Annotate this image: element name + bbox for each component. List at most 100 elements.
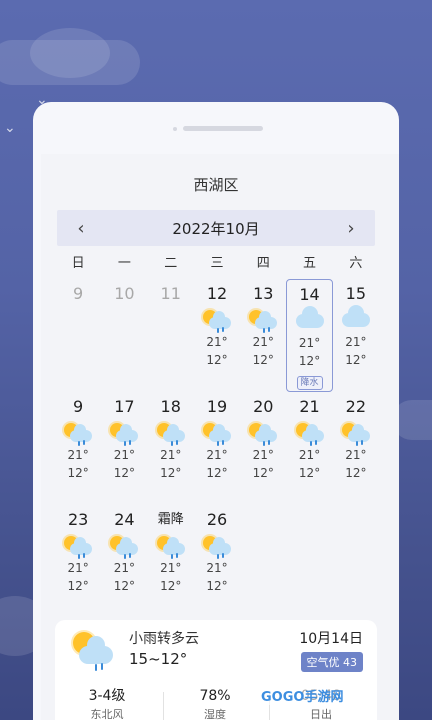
sun-cloud-rain-icon — [155, 535, 187, 559]
weekday-label: 五 — [303, 256, 317, 271]
calendar-day-cell[interactable]: 23 21° 12° — [55, 505, 101, 618]
weekday-label: 六 — [349, 256, 363, 271]
temperature-range: 15~12° — [129, 650, 188, 668]
low-temperature: 12° — [113, 466, 136, 480]
high-temperature: 21° — [345, 335, 367, 349]
weekday-label: 三 — [210, 256, 224, 271]
calendar-day-cell[interactable]: 14 21° 12° 降水 — [286, 279, 333, 392]
weather-condition: 小雨转多云 — [129, 631, 199, 647]
day-number: 10 — [114, 284, 135, 303]
low-temperature: 12° — [252, 353, 274, 367]
low-temperature: 12° — [345, 466, 367, 480]
cloud-icon — [340, 305, 372, 333]
sun-cloud-rain-icon — [201, 309, 233, 333]
month-title: 2022年10月 — [172, 219, 260, 238]
low-temperature: 12° — [160, 579, 182, 593]
day-number: 14 — [299, 285, 320, 304]
calendar-day-cell[interactable]: 22 21° 12° — [333, 392, 379, 505]
calendar-day-cell[interactable]: 9 21° 12° — [55, 392, 101, 505]
day-number: 12 — [206, 284, 228, 303]
high-temperature: 21° — [113, 448, 136, 462]
wind-label: 东北风 — [90, 708, 124, 720]
calendar-day-cell[interactable]: 霜降 21° 12° — [148, 505, 194, 618]
weekday-header: 日 一 二 三 四 五 六 — [55, 252, 379, 276]
calendar-day-cell[interactable]: 18 21° 12° — [148, 392, 194, 505]
day-number: 23 — [67, 510, 89, 529]
high-temperature: 21° — [160, 448, 182, 462]
sunrise-label: 日出 — [310, 708, 332, 720]
low-temperature: 12° — [206, 466, 228, 480]
day-detail-card[interactable]: 小雨转多云 15~12° 10月14日 空气优 43 3-4级 东北风 78% … — [55, 620, 377, 720]
high-temperature: 21° — [252, 335, 274, 349]
low-temperature: 12° — [206, 579, 228, 593]
calendar-day-cell[interactable]: 26 21° 12° — [194, 505, 240, 618]
low-temperature: 12° — [67, 579, 89, 593]
sun-cloud-rain-icon — [247, 309, 279, 333]
day-number: 24 — [114, 510, 135, 529]
high-temperature: 21° — [67, 561, 89, 575]
calendar-day-cell: 10 — [101, 279, 147, 392]
watermark-logo: GOGO手游网 — [258, 686, 347, 705]
humidity-stat: 78% 湿度 — [175, 686, 255, 720]
sun-cloud-rain-icon — [340, 422, 372, 446]
day-number: 20 — [253, 397, 274, 416]
high-temperature: 21° — [298, 336, 321, 350]
calendar-day-cell[interactable]: 21 21° 12° — [286, 392, 332, 505]
day-number: 13 — [253, 284, 274, 303]
sun-cloud-rain-icon — [62, 535, 94, 559]
low-temperature: 12° — [113, 579, 136, 593]
speaker-slot — [183, 126, 263, 131]
calendar-day-cell[interactable]: 20 21° 12° — [240, 392, 286, 505]
low-temperature: 12° — [298, 466, 321, 480]
precipitation-tag: 降水 — [296, 376, 323, 390]
weekday-label: 日 — [71, 256, 85, 271]
calendar-day-cell[interactable]: 17 21° 12° — [101, 392, 147, 505]
background-cloud — [30, 28, 110, 78]
weekday-label: 二 — [164, 256, 178, 271]
high-temperature: 21° — [113, 561, 136, 575]
calendar-day-cell: 11 — [148, 279, 194, 392]
wind-stat: 3-4级 东北风 — [67, 686, 147, 720]
cloud-icon — [294, 306, 326, 334]
prev-month-button[interactable]: ‹ — [71, 218, 91, 239]
humidity-value: 78% — [199, 688, 231, 704]
day-number: 19 — [206, 397, 228, 416]
month-navigator: ‹ 2022年10月 › — [57, 210, 375, 246]
sun-cloud-rain-icon — [108, 422, 140, 446]
weekday-label: 四 — [256, 256, 270, 271]
detail-date: 10月14日 — [299, 631, 363, 647]
air-quality-badge: 空气优 43 — [300, 652, 363, 672]
high-temperature: 21° — [206, 448, 228, 462]
calendar-day-cell[interactable]: 15 21° 12° — [333, 279, 379, 392]
sun-cloud-rain-icon — [155, 422, 187, 446]
day-number: 18 — [160, 397, 181, 416]
high-temperature: 21° — [298, 448, 321, 462]
low-temperature: 12° — [67, 466, 89, 480]
low-temperature: 12° — [206, 353, 228, 367]
location-title: 西湖区 — [193, 176, 239, 194]
sun-cloud-rain-icon — [247, 422, 279, 446]
sun-cloud-rain-icon — [201, 422, 233, 446]
sun-cloud-rain-icon — [294, 422, 326, 446]
high-temperature: 21° — [252, 448, 274, 462]
day-number: 22 — [345, 397, 367, 416]
low-temperature: 12° — [345, 353, 367, 367]
low-temperature: 12° — [252, 466, 274, 480]
day-number: 17 — [114, 397, 135, 416]
low-temperature: 12° — [160, 466, 182, 480]
day-number: 霜降 — [157, 512, 184, 527]
sun-cloud-rain-icon — [201, 535, 233, 559]
weekday-label: 一 — [117, 256, 131, 271]
day-number: 11 — [160, 284, 181, 303]
calendar-day-cell[interactable]: 19 21° 12° — [194, 392, 240, 505]
calendar-day-cell[interactable]: 24 21° 12° — [101, 505, 147, 618]
calendar-day-cell[interactable]: 13 21° 12° — [240, 279, 286, 392]
humidity-label: 湿度 — [204, 708, 226, 720]
calendar-day-cell: 9 — [55, 279, 101, 392]
wind-value: 3-4级 — [88, 688, 126, 704]
next-month-button[interactable]: › — [341, 218, 361, 239]
day-number: 9 — [73, 397, 84, 416]
high-temperature: 21° — [206, 335, 228, 349]
calendar-day-cell[interactable]: 12 21° 12° — [194, 279, 240, 392]
high-temperature: 21° — [345, 448, 367, 462]
